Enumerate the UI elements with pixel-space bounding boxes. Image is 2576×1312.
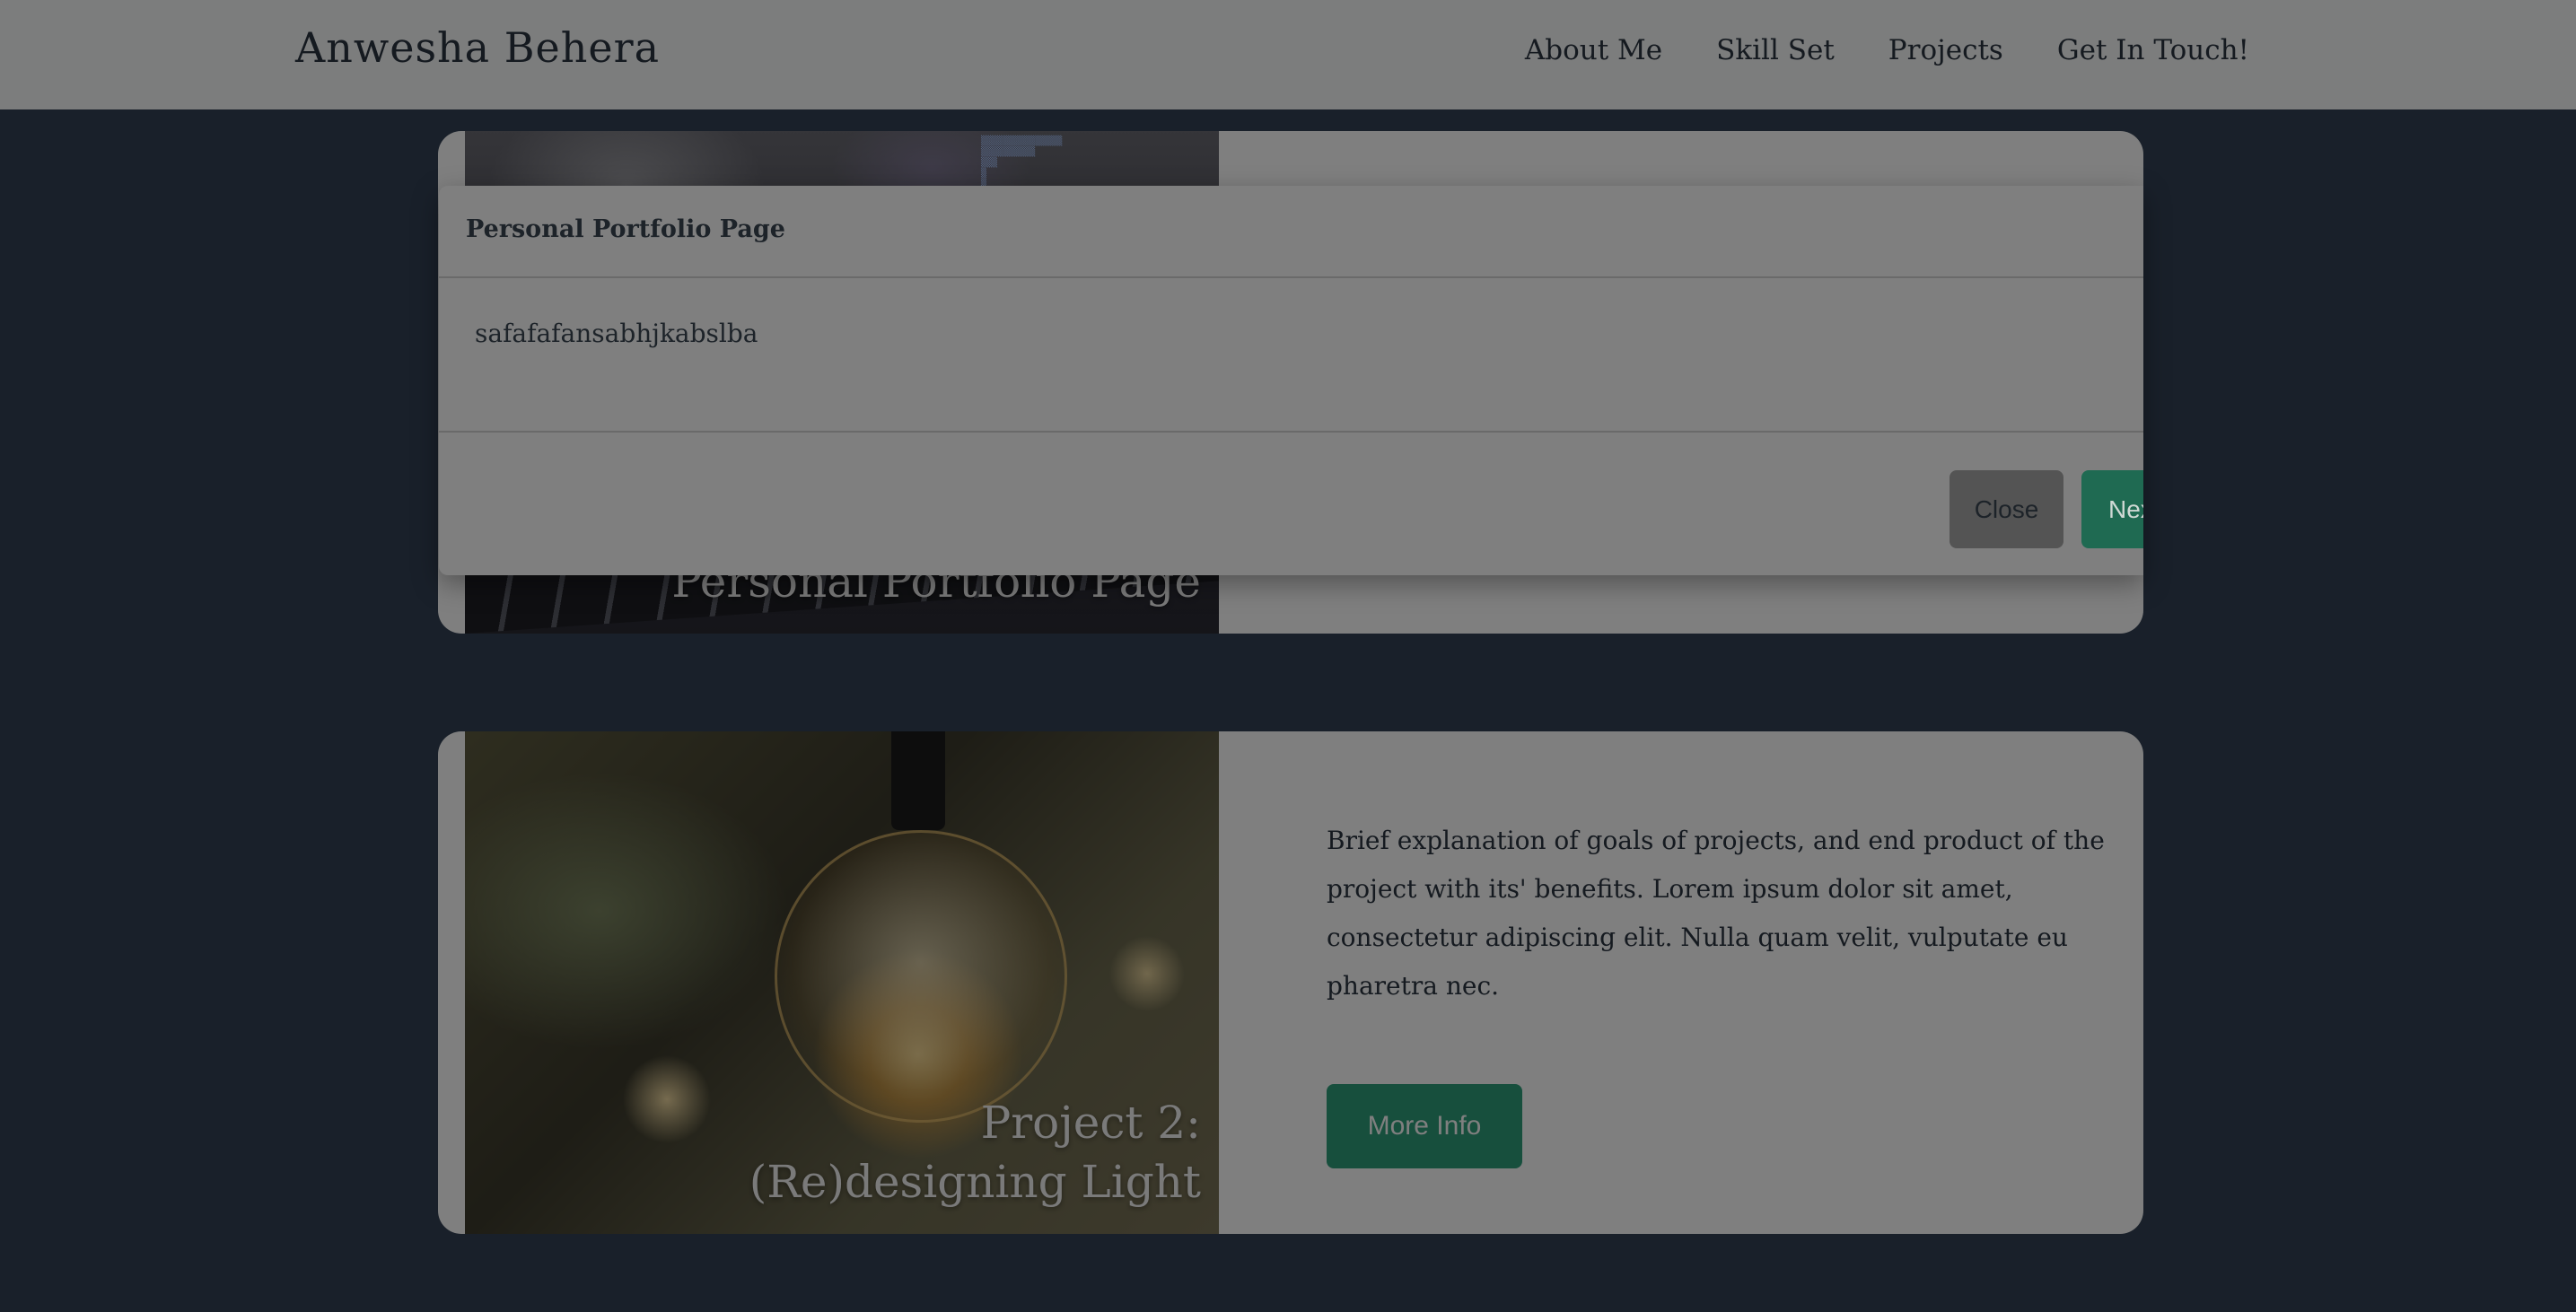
project-modal: Personal Portfolio Page safafafansabhjka… (439, 186, 2143, 575)
next-button[interactable]: Next (2081, 470, 2143, 548)
modal-body: safafafansabhjkabslba (439, 278, 2143, 433)
modal-header: Personal Portfolio Page (439, 186, 2143, 278)
modal-footer: Close Next (439, 433, 2143, 575)
modal-title: Personal Portfolio Page (466, 215, 785, 243)
modal-body-text: safafafansabhjkabslba (475, 319, 758, 348)
close-button[interactable]: Close (1950, 470, 2063, 548)
